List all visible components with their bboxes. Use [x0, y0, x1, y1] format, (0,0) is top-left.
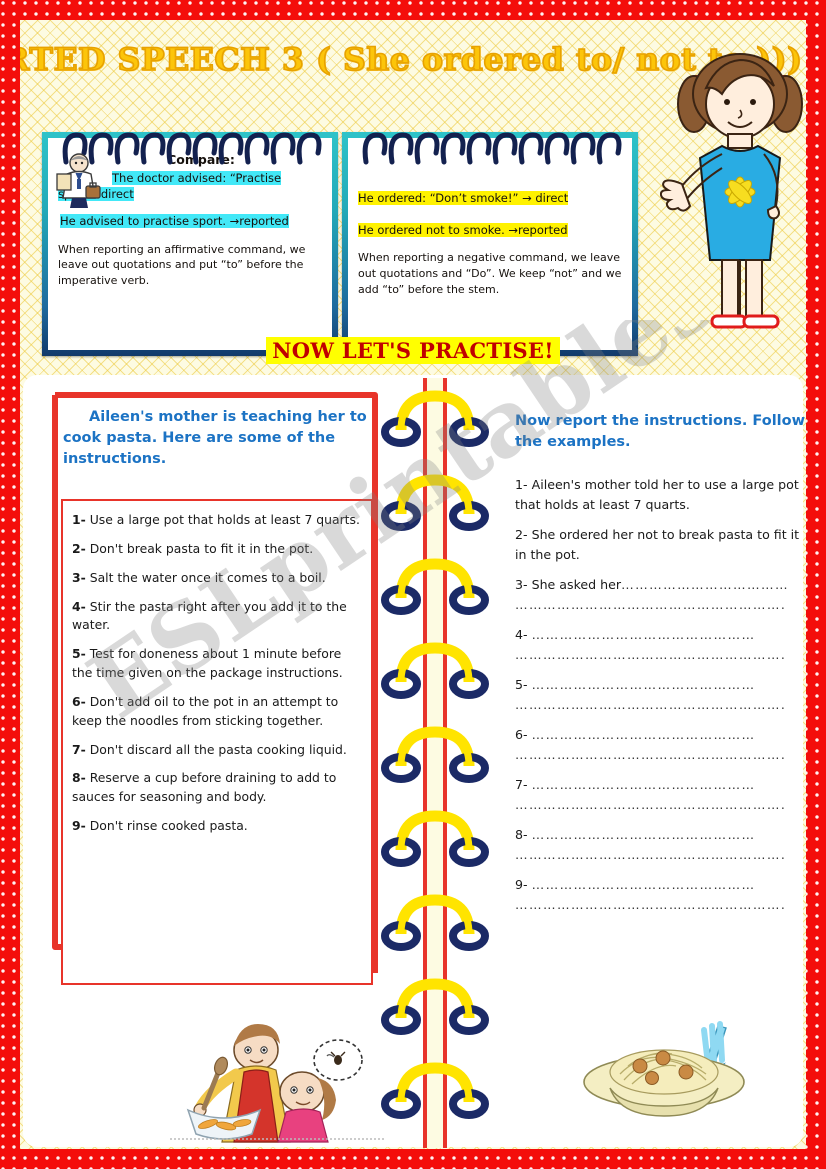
- spiral-binding: [375, 378, 495, 1148]
- answer-text: She asked her: [531, 577, 622, 593]
- answer-item[interactable]: 7- ………………………………………… ………………………………………………….: [515, 775, 806, 814]
- answer-number: 3-: [515, 577, 528, 593]
- answer-item[interactable]: 4- ………………………………………… ………………………………………………….: [515, 625, 806, 664]
- list-item-text: Use a large pot that holds at least 7 qu…: [89, 512, 360, 527]
- answer-blank[interactable]: ………………………………………… ………………………………………………….: [515, 877, 786, 912]
- notebook-affirmative-page: Compare: The doctor advised: “Practise s…: [48, 132, 332, 350]
- girl-illustration: [660, 42, 806, 362]
- practise-banner-text: NOW LET'S PRACTISE!: [266, 337, 560, 364]
- list-item-text: Don't rinse cooked pasta.: [89, 818, 248, 834]
- list-item-text: Reserve a cup before draining to add to …: [72, 770, 337, 805]
- list-item: 7- Don't discard all the pasta cooking l…: [72, 741, 362, 760]
- answer-blank[interactable]: ………………………………………… ………………………………………………….: [515, 677, 786, 712]
- list-item-number: 4-: [72, 598, 86, 614]
- answer-number: 5-: [515, 677, 528, 693]
- answer-number: 9-: [515, 877, 528, 893]
- answer-item[interactable]: 1- Aileen's mother told her to use a lar…: [515, 475, 806, 514]
- answer-number: 1-: [515, 477, 528, 492]
- list-item-number: 1-: [72, 512, 86, 527]
- worksheet-page: REPORTED SPEECH 3 ( She ordered to/ not …: [0, 0, 826, 1169]
- answer-blank[interactable]: ………………………………………… ………………………………………………….: [515, 827, 786, 862]
- list-item: 6- Don't add oil to the pot in an attemp…: [72, 693, 362, 731]
- right-example-direct-text: He ordered: “Don’t smoke!” → direct: [358, 191, 569, 205]
- list-item-number: 5-: [72, 646, 86, 662]
- right-column-heading: Now report the instructions. Follow the …: [515, 413, 806, 451]
- left-example-reported: He advised to practise sport. →reported: [60, 214, 324, 230]
- list-item-number: 8-: [72, 770, 86, 786]
- list-item-number: 9-: [72, 818, 86, 834]
- left-column-heading: Aileen's mother is teaching her to cook …: [63, 409, 367, 468]
- answer-item[interactable]: 8- ………………………………………… ………………………………………………….: [515, 825, 806, 864]
- page-title: REPORTED SPEECH 3 ( She ordered to/ not …: [20, 41, 803, 79]
- list-item-number: 2-: [72, 540, 86, 556]
- notebook-affirmative: Compare: The doctor advised: “Practise s…: [42, 132, 338, 356]
- right-example-reported-text: He ordered not to smoke. →reported: [358, 223, 568, 238]
- answer-blank[interactable]: ………………………………………… ………………………………………………….: [515, 627, 786, 662]
- answer-item[interactable]: 9- ………………………………………… ………………………………………………….: [515, 875, 806, 914]
- list-item: 1- Use a large pot that holds at least 7…: [72, 511, 362, 530]
- answer-blank[interactable]: ………………………………………… ………………………………………………….: [515, 777, 786, 812]
- list-item: 9- Don't rinse cooked pasta.: [72, 817, 362, 836]
- answer-number: 7-: [515, 777, 528, 793]
- list-item-text: Don't discard all the pasta cooking liqu…: [89, 741, 347, 757]
- right-explanation: When reporting a negative command, we le…: [358, 251, 622, 297]
- answer-blank[interactable]: ………………………………………… ………………………………………………….: [515, 727, 786, 762]
- answer-number: 6-: [515, 727, 528, 743]
- list-item-text: Salt the water once it comes to a boil.: [89, 569, 326, 585]
- answer-number: 2-: [515, 527, 528, 543]
- list-item-number: 6-: [72, 693, 86, 709]
- answer-item[interactable]: 2- She ordered her not to break pasta to…: [515, 525, 806, 564]
- answer-number: 8-: [515, 827, 528, 843]
- answer-item[interactable]: 3- She asked her……………………………… ………………………………: [515, 575, 806, 614]
- list-item-text: Stir the pasta right after you add it to…: [72, 598, 347, 633]
- doctor-icon: [54, 152, 104, 210]
- list-item-number: 7-: [72, 741, 86, 757]
- list-item: 4- Stir the pasta right after you add it…: [72, 598, 362, 636]
- list-item: 8- Reserve a cup before draining to add …: [72, 769, 362, 807]
- answer-item[interactable]: 6- ………………………………………… ………………………………………………….: [515, 725, 806, 764]
- answer-text: Aileen's mother told her to use a large …: [515, 477, 799, 512]
- list-item-text: Don't break pasta to fit it in the pot.: [89, 540, 314, 556]
- answers-list: 1- Aileen's mother told her to use a lar…: [515, 475, 806, 925]
- practise-banner: NOW LET'S PRACTISE!: [20, 337, 806, 364]
- notebook-rings-right: [354, 132, 626, 166]
- instructions-box: 1- Use a large pot that holds at least 7…: [61, 499, 373, 985]
- list-item-text: Don't add oil to the pot in an attempt t…: [72, 693, 339, 728]
- answer-number: 4-: [515, 627, 528, 643]
- answer-item[interactable]: 5- ………………………………………… ………………………………………………….: [515, 675, 806, 714]
- worksheet-canvas: REPORTED SPEECH 3 ( She ordered to/ not …: [20, 20, 806, 1149]
- list-item: 3- Salt the water once it comes to a boi…: [72, 569, 362, 588]
- list-item-text: Test for doneness about 1 minute before …: [72, 646, 343, 681]
- right-example-reported: He ordered not to smoke. →reported: [358, 222, 624, 238]
- notebook-negative: He ordered: “Don’t smoke!” → direct He o…: [342, 132, 638, 356]
- mother-cooking-illustration: [170, 1020, 385, 1145]
- right-example-direct: He ordered: “Don’t smoke!” → direct: [358, 190, 624, 206]
- list-item: 2- Don't break pasta to fit it in the po…: [72, 540, 362, 559]
- list-item: 5- Test for doneness about 1 minute befo…: [72, 645, 362, 683]
- left-example-direct-text: The doctor advised: “Practise: [112, 171, 282, 185]
- notebook-negative-page: He ordered: “Don’t smoke!” → direct He o…: [348, 132, 632, 350]
- answer-text: She ordered her not to break pasta to fi…: [515, 527, 800, 562]
- pasta-plate-illustration: [568, 1020, 763, 1130]
- left-explanation: When reporting an affirmative command, w…: [58, 242, 306, 288]
- left-example-reported-text: He advised to practise sport. →reported: [60, 214, 289, 229]
- left-example-direct: The doctor advised: “Practise: [112, 171, 324, 187]
- list-item-number: 3-: [72, 569, 86, 585]
